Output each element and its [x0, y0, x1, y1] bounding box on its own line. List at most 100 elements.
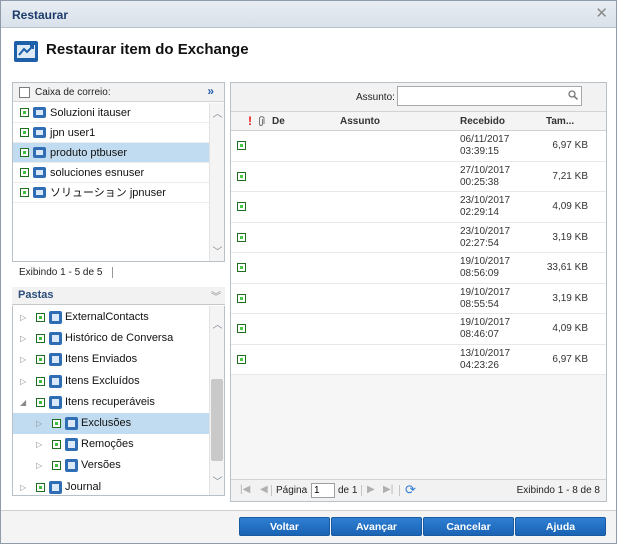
collapse-icon[interactable]: ︾: [211, 288, 221, 303]
folder-row[interactable]: ▷ Versões: [13, 455, 211, 476]
mailbox-checkbox[interactable]: [20, 128, 29, 137]
folder-checkbox[interactable]: [36, 397, 45, 407]
subject-search-input[interactable]: [397, 86, 582, 106]
mailbox-name: produto ptbuser: [50, 147, 128, 159]
expand-toggle-icon[interactable]: ▷: [36, 434, 42, 455]
importance-icon[interactable]: !: [248, 114, 252, 128]
folders-scrollbar[interactable]: ︿ ﹀: [209, 306, 224, 495]
expand-toggle-icon[interactable]: ▷: [20, 307, 26, 328]
close-icon[interactable]: ✕: [595, 4, 608, 22]
column-from[interactable]: De: [272, 116, 285, 127]
table-row[interactable]: 06/11/2017 03:39:15 6,97 KB: [231, 131, 606, 162]
folder-row[interactable]: ▷ Journal: [13, 477, 211, 495]
folder-checkbox[interactable]: [36, 376, 45, 386]
folder-checkbox[interactable]: [36, 334, 45, 344]
mailbox-header: Caixa de correio: »: [13, 83, 224, 102]
cancel-button[interactable]: Cancelar: [423, 517, 514, 536]
row-checkbox[interactable]: [237, 293, 246, 303]
divider: [112, 267, 113, 278]
mailbox-name: ソリューション jpnuser: [50, 187, 166, 199]
folder-checkbox[interactable]: [36, 355, 45, 365]
messages-grid: ! De Assunto Recebido Tam... 06/11/2017 …: [231, 112, 606, 375]
column-size[interactable]: Tam...: [546, 116, 574, 127]
next-page-icon[interactable]: ▶: [367, 484, 375, 495]
help-button[interactable]: Ajuda: [515, 517, 606, 536]
mailbox-checkbox[interactable]: [20, 188, 29, 197]
mailbox-name: Soluzioni itauser: [50, 107, 131, 119]
table-row[interactable]: 13/10/2017 04:23:26 6,97 KB: [231, 344, 606, 375]
expand-toggle-icon[interactable]: ▷: [36, 413, 42, 434]
size-cell: 4,09 KB: [552, 201, 588, 212]
size-cell: 3,19 KB: [552, 231, 588, 243]
scrollbar-thumb[interactable]: [211, 379, 223, 461]
expand-toggle-icon[interactable]: ▷: [20, 477, 26, 495]
mailbox-row[interactable]: ソリューション jpnuser: [13, 183, 209, 203]
first-page-icon[interactable]: |◀: [240, 484, 250, 495]
row-checkbox[interactable]: [237, 232, 246, 242]
mailbox-checkbox[interactable]: [20, 148, 29, 157]
table-row[interactable]: 19/10/2017 08:56:09 33,61 KB: [231, 253, 606, 284]
expand-panel-icon[interactable]: »: [207, 84, 214, 98]
column-subject[interactable]: Assunto: [340, 116, 380, 127]
back-button[interactable]: Voltar: [239, 517, 330, 536]
folder-row[interactable]: ▷ Remoções: [13, 434, 211, 455]
folder-checkbox[interactable]: [52, 419, 61, 428]
expand-toggle-icon[interactable]: ▷: [20, 328, 26, 349]
mailbox-row[interactable]: produto ptbuser: [13, 143, 209, 163]
received-cell: 27/10/2017 00:25:38: [460, 164, 511, 188]
size-cell: 6,97 KB: [552, 353, 588, 365]
table-row[interactable]: 19/10/2017 08:46:07 4,09 KB: [231, 314, 606, 345]
refresh-icon[interactable]: ⟳: [405, 482, 416, 498]
scroll-up-icon[interactable]: ︿: [212, 105, 223, 120]
folder-row[interactable]: ▷ Exclusões: [13, 413, 211, 434]
expand-toggle-icon[interactable]: ▷: [20, 349, 26, 370]
mailbox-scrollbar[interactable]: ︿ ﹀: [209, 103, 224, 261]
folder-row[interactable]: ◢ Itens recuperáveis: [13, 392, 211, 413]
mailbox-checkbox[interactable]: [20, 168, 29, 177]
last-page-icon[interactable]: ▶|: [383, 484, 393, 495]
table-row[interactable]: 27/10/2017 00:25:38 7,21 KB: [231, 161, 606, 192]
table-row[interactable]: 19/10/2017 08:55:54 3,19 KB: [231, 283, 606, 314]
next-button[interactable]: Avançar: [331, 517, 422, 536]
mailbox-checkbox[interactable]: [20, 108, 29, 117]
folder-checkbox[interactable]: [36, 313, 45, 322]
mailbox-row[interactable]: Soluzioni itauser: [13, 103, 209, 123]
folder-name: Exclusões: [81, 417, 132, 429]
row-checkbox[interactable]: [237, 324, 246, 333]
folder-icon: [49, 311, 62, 324]
table-row[interactable]: 23/10/2017 02:27:54 3,19 KB: [231, 222, 606, 253]
scroll-down-icon[interactable]: ﹀: [212, 473, 223, 488]
mailbox-icon: [33, 147, 46, 158]
expand-toggle-icon[interactable]: ▷: [36, 455, 42, 476]
folder-row[interactable]: ▷ Itens Enviados: [13, 349, 211, 370]
mailbox-panel: Caixa de correio: » Soluzioni itauser jpn…: [12, 82, 225, 262]
window-title: Restaurar: [12, 8, 69, 22]
prev-page-icon[interactable]: ◀: [260, 484, 268, 495]
expand-toggle-icon[interactable]: ▷: [20, 371, 26, 392]
received-cell: 23/10/2017 02:27:54: [460, 225, 511, 249]
row-checkbox[interactable]: [237, 171, 246, 181]
mailbox-row[interactable]: jpn user1: [13, 123, 209, 143]
messages-panel: Assunto: ! De Assunto Recebido Tam... 06…: [230, 82, 607, 502]
folder-row[interactable]: ▷ Itens Excluídos: [13, 371, 211, 392]
row-checkbox[interactable]: [237, 354, 246, 364]
scroll-up-icon[interactable]: ︿: [212, 316, 223, 331]
column-received[interactable]: Recebido: [460, 116, 505, 127]
folder-row[interactable]: ▷ Histórico de Conversa: [13, 328, 211, 349]
attachment-icon[interactable]: [257, 116, 265, 130]
mailbox-row[interactable]: soluciones esnuser: [13, 163, 209, 183]
row-checkbox[interactable]: [237, 141, 246, 150]
folder-checkbox[interactable]: [52, 440, 61, 450]
folder-checkbox[interactable]: [36, 482, 45, 492]
row-checkbox[interactable]: [237, 202, 246, 211]
page-number-input[interactable]: [311, 483, 335, 498]
grid-header: ! De Assunto Recebido Tam...: [231, 112, 606, 131]
folder-row[interactable]: ▷ ExternalContacts: [13, 307, 211, 328]
expand-toggle-icon[interactable]: ◢: [20, 392, 26, 413]
row-checkbox[interactable]: [237, 263, 246, 272]
table-row[interactable]: 23/10/2017 02:29:14 4,09 KB: [231, 192, 606, 223]
select-all-checkbox[interactable]: [19, 87, 30, 98]
scroll-down-icon[interactable]: ﹀: [212, 243, 223, 258]
folder-checkbox[interactable]: [52, 461, 61, 471]
search-icon[interactable]: [568, 90, 579, 103]
